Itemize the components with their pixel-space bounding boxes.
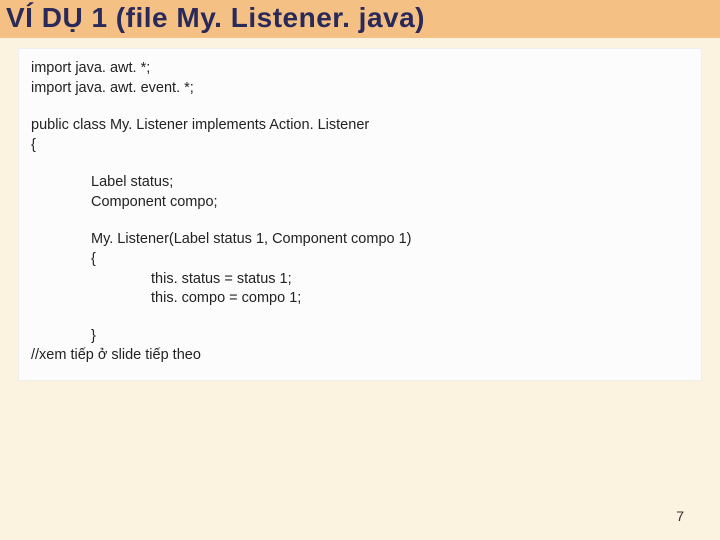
code-line: //xem tiếp ở slide tiếp theo — [31, 346, 689, 366]
code-line: public class My. Listener implements Act… — [31, 116, 689, 136]
code-line: this. compo = compo 1; — [31, 289, 689, 309]
code-panel: import java. awt. *; import java. awt. e… — [18, 48, 702, 381]
code-line: } — [31, 327, 689, 347]
code-line: { — [31, 250, 689, 270]
blank-line — [31, 309, 689, 327]
blank-line — [31, 155, 689, 173]
code-line: { — [31, 136, 689, 156]
slide-title: VÍ DỤ 1 (file My. Listener. java) — [6, 2, 714, 34]
page-number: 7 — [676, 508, 684, 524]
code-line: import java. awt. event. *; — [31, 79, 689, 99]
code-line: Component compo; — [31, 193, 689, 213]
code-line: My. Listener(Label status 1, Component c… — [31, 230, 689, 250]
blank-line — [31, 98, 689, 116]
code-line: import java. awt. *; — [31, 59, 689, 79]
code-line: this. status = status 1; — [31, 270, 689, 290]
code-line: Label status; — [31, 173, 689, 193]
slide-title-bar: VÍ DỤ 1 (file My. Listener. java) — [0, 0, 720, 38]
blank-line — [31, 212, 689, 230]
